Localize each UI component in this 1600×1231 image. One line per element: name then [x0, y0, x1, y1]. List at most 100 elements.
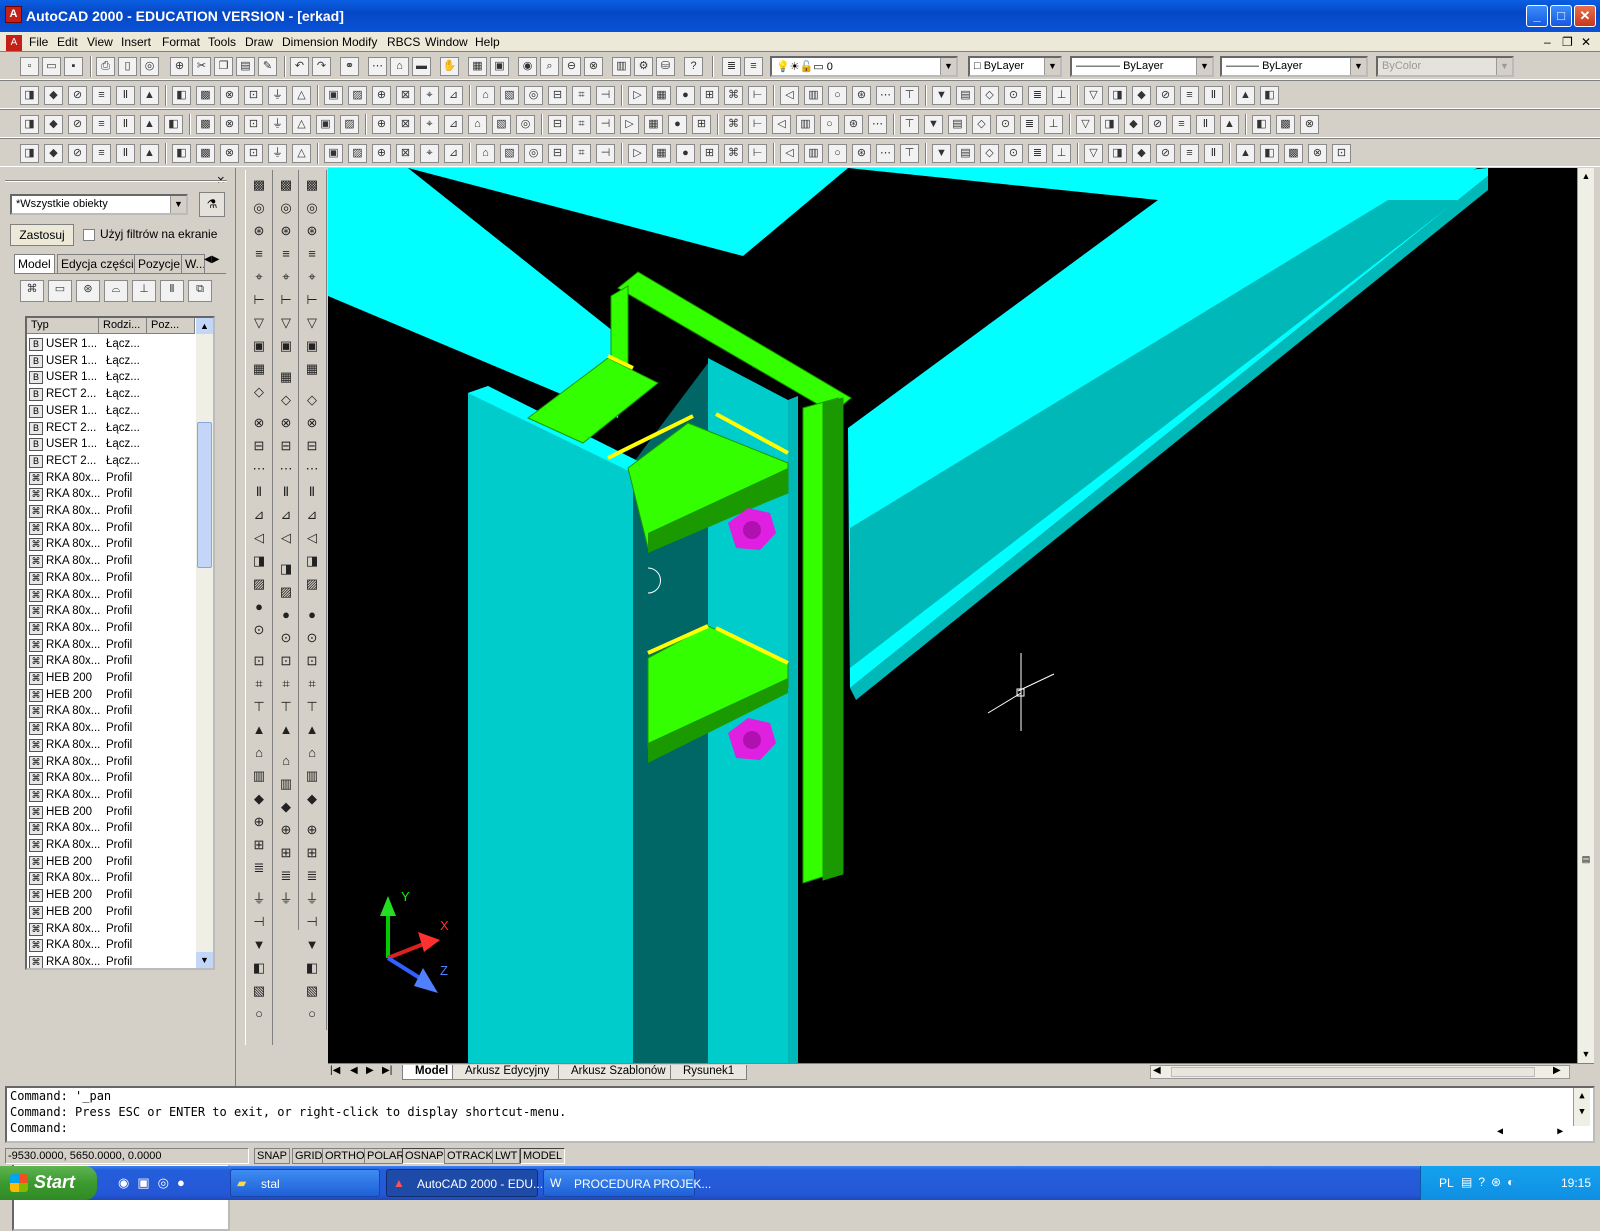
- import-draw-icon[interactable]: ○: [248, 1003, 270, 1025]
- grid-tool-icon[interactable]: ⊞: [700, 144, 719, 163]
- list-item[interactable]: ⌘ RKA 80x... Profil: [27, 503, 197, 520]
- document-icon[interactable]: A: [6, 35, 22, 51]
- filter-profiles-icon[interactable]: ⌓: [104, 280, 128, 302]
- extend-draw-icon[interactable]: ⋯: [301, 458, 323, 480]
- bolt-tool-icon[interactable]: ⊠: [396, 144, 415, 163]
- beam-draw-icon[interactable]: Ⅱ: [301, 481, 323, 503]
- cut-tool-icon[interactable]: ⊣: [596, 115, 615, 134]
- node-tool-icon[interactable]: ⊣: [596, 86, 615, 105]
- undo-icon[interactable]: ↶: [290, 57, 309, 76]
- joint-tool-icon[interactable]: ▦: [652, 86, 671, 105]
- view-draw-icon[interactable]: ▣: [248, 335, 270, 357]
- menu-file[interactable]: File: [29, 35, 48, 49]
- match-properties-icon[interactable]: ✎: [258, 57, 277, 76]
- numbering-tool-icon[interactable]: ⋯: [868, 115, 887, 134]
- layer-tool-icon[interactable]: ▼: [924, 115, 943, 134]
- zoom-realtime-icon[interactable]: ⊕: [170, 57, 189, 76]
- settings-tool-icon[interactable]: ≣: [1028, 86, 1047, 105]
- gusset-draw-icon[interactable]: ⊕: [275, 819, 297, 841]
- toggle-grid[interactable]: GRID: [292, 1148, 326, 1164]
- anchor-draw-icon[interactable]: ⊕: [248, 811, 270, 833]
- view-draw-icon[interactable]: ▽: [275, 312, 297, 334]
- grid-draw-icon[interactable]: ⏚: [248, 888, 270, 910]
- list-tool-icon[interactable]: ▥: [796, 115, 815, 134]
- list-tool-icon[interactable]: ◁: [780, 144, 799, 163]
- gusset-draw-icon[interactable]: ◆: [301, 788, 323, 810]
- mirror-tool-icon[interactable]: ◨: [1108, 86, 1127, 105]
- layer-draw-icon[interactable]: ▽: [248, 312, 270, 334]
- bracing-tool-icon[interactable]: ⊡: [1332, 144, 1351, 163]
- stiffener-tool-icon[interactable]: ◎: [524, 86, 543, 105]
- copy-tool-icon[interactable]: ▽: [1084, 86, 1103, 105]
- mirror-tool-icon[interactable]: ⊥: [1052, 144, 1071, 163]
- screen-filter-checkbox[interactable]: [83, 229, 95, 241]
- command-hscroll[interactable]: ◀ ▶: [1497, 1124, 1563, 1138]
- list-item[interactable]: B USER 1... Łącz...: [27, 436, 197, 453]
- zoom-previous-icon[interactable]: ⊖: [562, 57, 581, 76]
- list-item[interactable]: ⌘ RKA 80x... Profil: [27, 486, 197, 503]
- table-icon[interactable]: ▥: [612, 57, 631, 76]
- settings-tool-icon[interactable]: ⊙: [996, 115, 1015, 134]
- grid-tool-icon[interactable]: ⊢: [748, 86, 767, 105]
- bracing-draw-icon[interactable]: ⊤: [275, 696, 297, 718]
- cut-icon[interactable]: ✂: [192, 57, 211, 76]
- command-line[interactable]: Command: '_pan Command: Press ESC or ENT…: [5, 1086, 1595, 1143]
- select-tool-icon[interactable]: ⊡: [244, 86, 263, 105]
- settings-tool-icon[interactable]: ◇: [980, 144, 999, 163]
- column-header-type[interactable]: Typ: [27, 318, 99, 334]
- design-center-icon[interactable]: ▣: [490, 57, 509, 76]
- select-tool-icon[interactable]: ⊥: [1052, 86, 1071, 105]
- layer-tool-icon[interactable]: Ⅱ: [116, 115, 135, 134]
- filter-welds-icon[interactable]: ⊥: [132, 280, 156, 302]
- view-draw-icon[interactable]: ⊢: [301, 289, 323, 311]
- node-draw-icon[interactable]: ▲: [275, 719, 297, 741]
- extend-tool-icon[interactable]: ▣: [316, 115, 335, 134]
- bolt-tool-icon[interactable]: ◧: [1260, 86, 1279, 105]
- beam-tool-icon[interactable]: ◆: [1132, 144, 1151, 163]
- check-tool-icon[interactable]: ▤: [956, 144, 975, 163]
- beam-tool-icon[interactable]: ≡: [1180, 86, 1199, 105]
- beam-tool-icon[interactable]: ⊕: [372, 86, 391, 105]
- close-button[interactable]: ✕: [1574, 5, 1596, 27]
- gusset-tool-icon[interactable]: ▦: [652, 144, 671, 163]
- bolt-tool-icon[interactable]: Ⅱ: [1204, 144, 1223, 163]
- list-item[interactable]: ⌘ RKA 80x... Profil: [27, 921, 197, 938]
- check-draw-icon[interactable]: ▣: [275, 335, 297, 357]
- plate-draw-icon[interactable]: ▨: [248, 573, 270, 595]
- copy-draw-icon[interactable]: ⊟: [248, 435, 270, 457]
- list-item[interactable]: ⌘ RKA 80x... Profil: [27, 620, 197, 637]
- scroll-up-icon[interactable]: ▲: [196, 318, 213, 334]
- column-tool-icon[interactable]: ▨: [348, 144, 367, 163]
- numbering-draw-icon[interactable]: ⌖: [248, 266, 270, 288]
- weld-tool-icon[interactable]: ⊿: [444, 115, 463, 134]
- mirror-tool-icon[interactable]: ⊡: [244, 144, 263, 163]
- select-tool-icon[interactable]: ▩: [196, 144, 215, 163]
- profile-draw-icon[interactable]: ⊡: [248, 650, 270, 672]
- apply-button[interactable]: Zastosuj: [10, 224, 74, 246]
- quick-launch-icons[interactable]: ◉▣◎●: [118, 1175, 193, 1191]
- profile-tool-icon[interactable]: ⊿: [444, 144, 463, 163]
- export-tool-icon[interactable]: ▥: [804, 144, 823, 163]
- mark-tool-icon[interactable]: ◁: [772, 115, 791, 134]
- purlin-draw-icon[interactable]: ⌗: [275, 673, 297, 695]
- start-button[interactable]: Start: [0, 1166, 97, 1200]
- column-tool-icon[interactable]: ≡: [1172, 115, 1191, 134]
- layer-tool-icon[interactable]: ⊤: [900, 144, 919, 163]
- column-header-position[interactable]: Poz...: [147, 318, 195, 334]
- tab-rysunek1[interactable]: Rysunek1: [670, 1065, 748, 1080]
- scroll-down-icon[interactable]: ▼: [1578, 1046, 1594, 1062]
- plate-draw-icon[interactable]: ◨: [275, 558, 297, 580]
- bolt-tool-icon[interactable]: ⌖: [420, 115, 439, 134]
- splice-tool-icon[interactable]: ⌘: [724, 86, 743, 105]
- profile-draw-icon[interactable]: ●: [301, 604, 323, 626]
- layers-settings-icon[interactable]: ⚙: [634, 57, 653, 76]
- import-draw-icon[interactable]: ◎: [301, 197, 323, 219]
- section-draw-icon[interactable]: ⊣: [248, 911, 270, 933]
- numbering-draw-icon[interactable]: ⊛: [301, 220, 323, 242]
- list-item[interactable]: ⌘ RKA 80x... Profil: [27, 570, 197, 587]
- scroll-up-icon[interactable]: ▲: [1578, 168, 1594, 184]
- prev-tab-button[interactable]: ◀: [350, 1065, 358, 1076]
- column-header-kind[interactable]: Rodzi...: [99, 318, 147, 334]
- plate-tool-icon[interactable]: ⊠: [396, 115, 415, 134]
- bracing-draw-icon[interactable]: ▲: [248, 719, 270, 741]
